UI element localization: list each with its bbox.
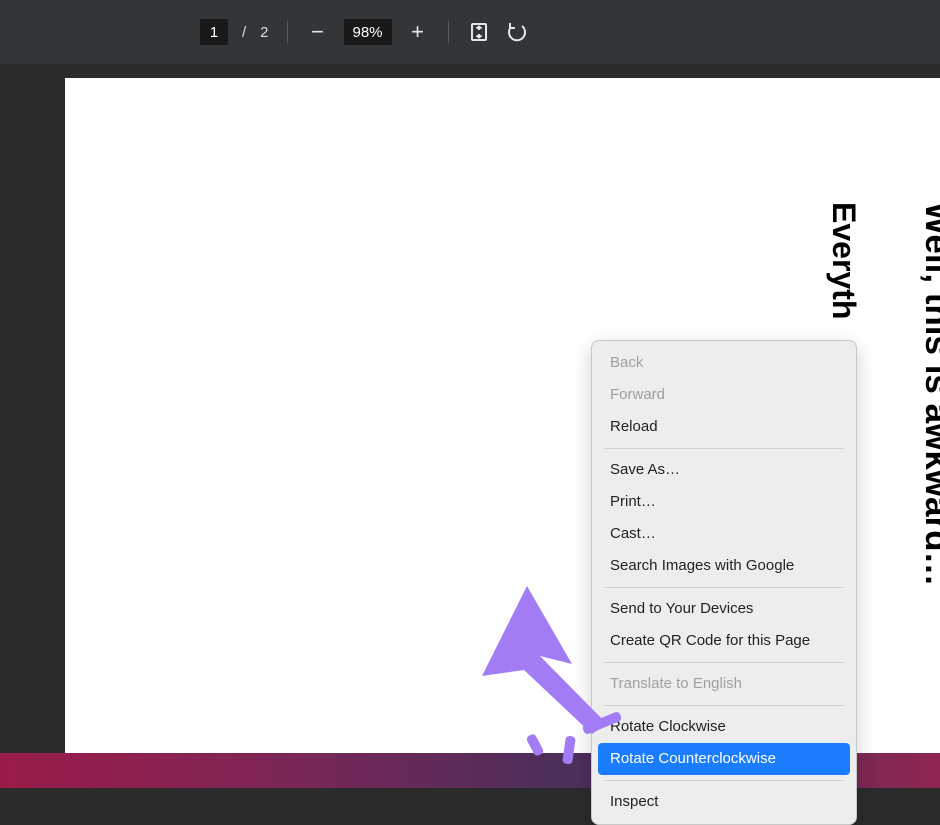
menu-back: Back (592, 347, 856, 379)
menu-inspect[interactable]: Inspect (592, 786, 856, 818)
menu-forward: Forward (592, 379, 856, 411)
document-text-line-1: Well, this is awkward… (917, 202, 940, 586)
zoom-in-button[interactable]: + (406, 20, 430, 44)
divider (448, 21, 449, 43)
rotate-icon (506, 22, 528, 42)
fit-page-icon (469, 22, 489, 42)
menu-reload[interactable]: Reload (592, 411, 856, 443)
menu-cast[interactable]: Cast… (592, 518, 856, 550)
menu-rotate-counterclockwise[interactable]: Rotate Counterclockwise (598, 743, 850, 775)
menu-rotate-clockwise[interactable]: Rotate Clockwise (592, 711, 856, 743)
menu-separator (604, 448, 844, 449)
current-page-input[interactable] (200, 19, 228, 45)
menu-send-devices[interactable]: Send to Your Devices (592, 593, 856, 625)
menu-separator (604, 662, 844, 663)
menu-separator (604, 705, 844, 706)
pdf-toolbar: / 2 − + (0, 0, 940, 64)
page-separator: / (242, 24, 246, 41)
zoom-level-input[interactable] (344, 19, 392, 45)
menu-print[interactable]: Print… (592, 486, 856, 518)
total-pages: 2 (260, 24, 268, 41)
document-text-line-2: Everyth (825, 202, 862, 319)
divider (287, 21, 288, 43)
menu-search-images[interactable]: Search Images with Google (592, 550, 856, 582)
menu-separator (604, 587, 844, 588)
fit-page-button[interactable] (467, 20, 491, 44)
rotate-button[interactable] (505, 20, 529, 44)
menu-translate: Translate to English (592, 668, 856, 700)
menu-create-qr[interactable]: Create QR Code for this Page (592, 625, 856, 657)
zoom-out-button[interactable]: − (306, 20, 330, 44)
menu-save-as[interactable]: Save As… (592, 454, 856, 486)
context-menu: Back Forward Reload Save As… Print… Cast… (591, 340, 857, 825)
menu-separator (604, 780, 844, 781)
